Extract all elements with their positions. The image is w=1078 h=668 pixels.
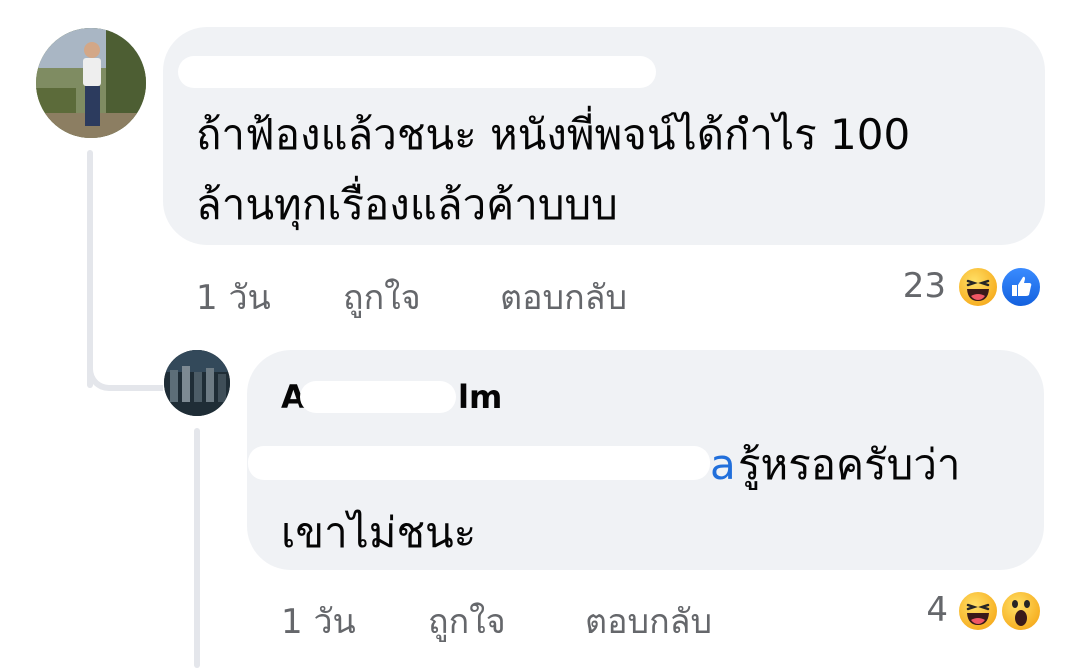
commenter-avatar[interactable] (36, 28, 146, 138)
avatar-photo (164, 350, 230, 416)
redacted-author-name (178, 56, 656, 88)
reply-text-line-2: เขาไม่ชนะ (281, 508, 477, 557)
redacted-author-name (300, 381, 456, 413)
reaction-count[interactable]: 4 (900, 590, 948, 630)
like-button[interactable]: ถูกใจ (343, 270, 421, 324)
reply-timestamp[interactable]: 1 วัน (281, 594, 356, 648)
reply-author-avatar[interactable] (164, 350, 230, 416)
reply-text-line-1: รู้หรอครับว่า (738, 440, 961, 489)
comment-text-line-2: ล้านทุกเรื่องแล้วค้าบบบ (196, 180, 618, 229)
reply-author-name-end[interactable]: lm (458, 378, 502, 416)
wow-reaction-icon[interactable] (999, 589, 1043, 633)
reaction-count[interactable]: 23 (880, 266, 946, 306)
reply-thread-line (194, 428, 200, 668)
reply-button[interactable]: ตอบกลับ (585, 594, 712, 648)
reply-button[interactable]: ตอบกลับ (500, 270, 627, 324)
like-button[interactable]: ถูกใจ (428, 594, 506, 648)
reply-connector (87, 330, 163, 391)
like-reaction-icon[interactable] (999, 265, 1043, 309)
haha-reaction-icon[interactable] (956, 589, 1000, 633)
redacted-mention (248, 446, 710, 480)
comment-timestamp[interactable]: 1 วัน (196, 270, 271, 324)
haha-reaction-icon[interactable] (956, 265, 1000, 309)
comment-text-line-1: ถ้าฟ้องแล้วชนะ หนังพี่พจน์ได้กำไร 100 (196, 110, 911, 159)
avatar-photo (36, 28, 146, 138)
mention-link[interactable]: a (710, 430, 736, 500)
